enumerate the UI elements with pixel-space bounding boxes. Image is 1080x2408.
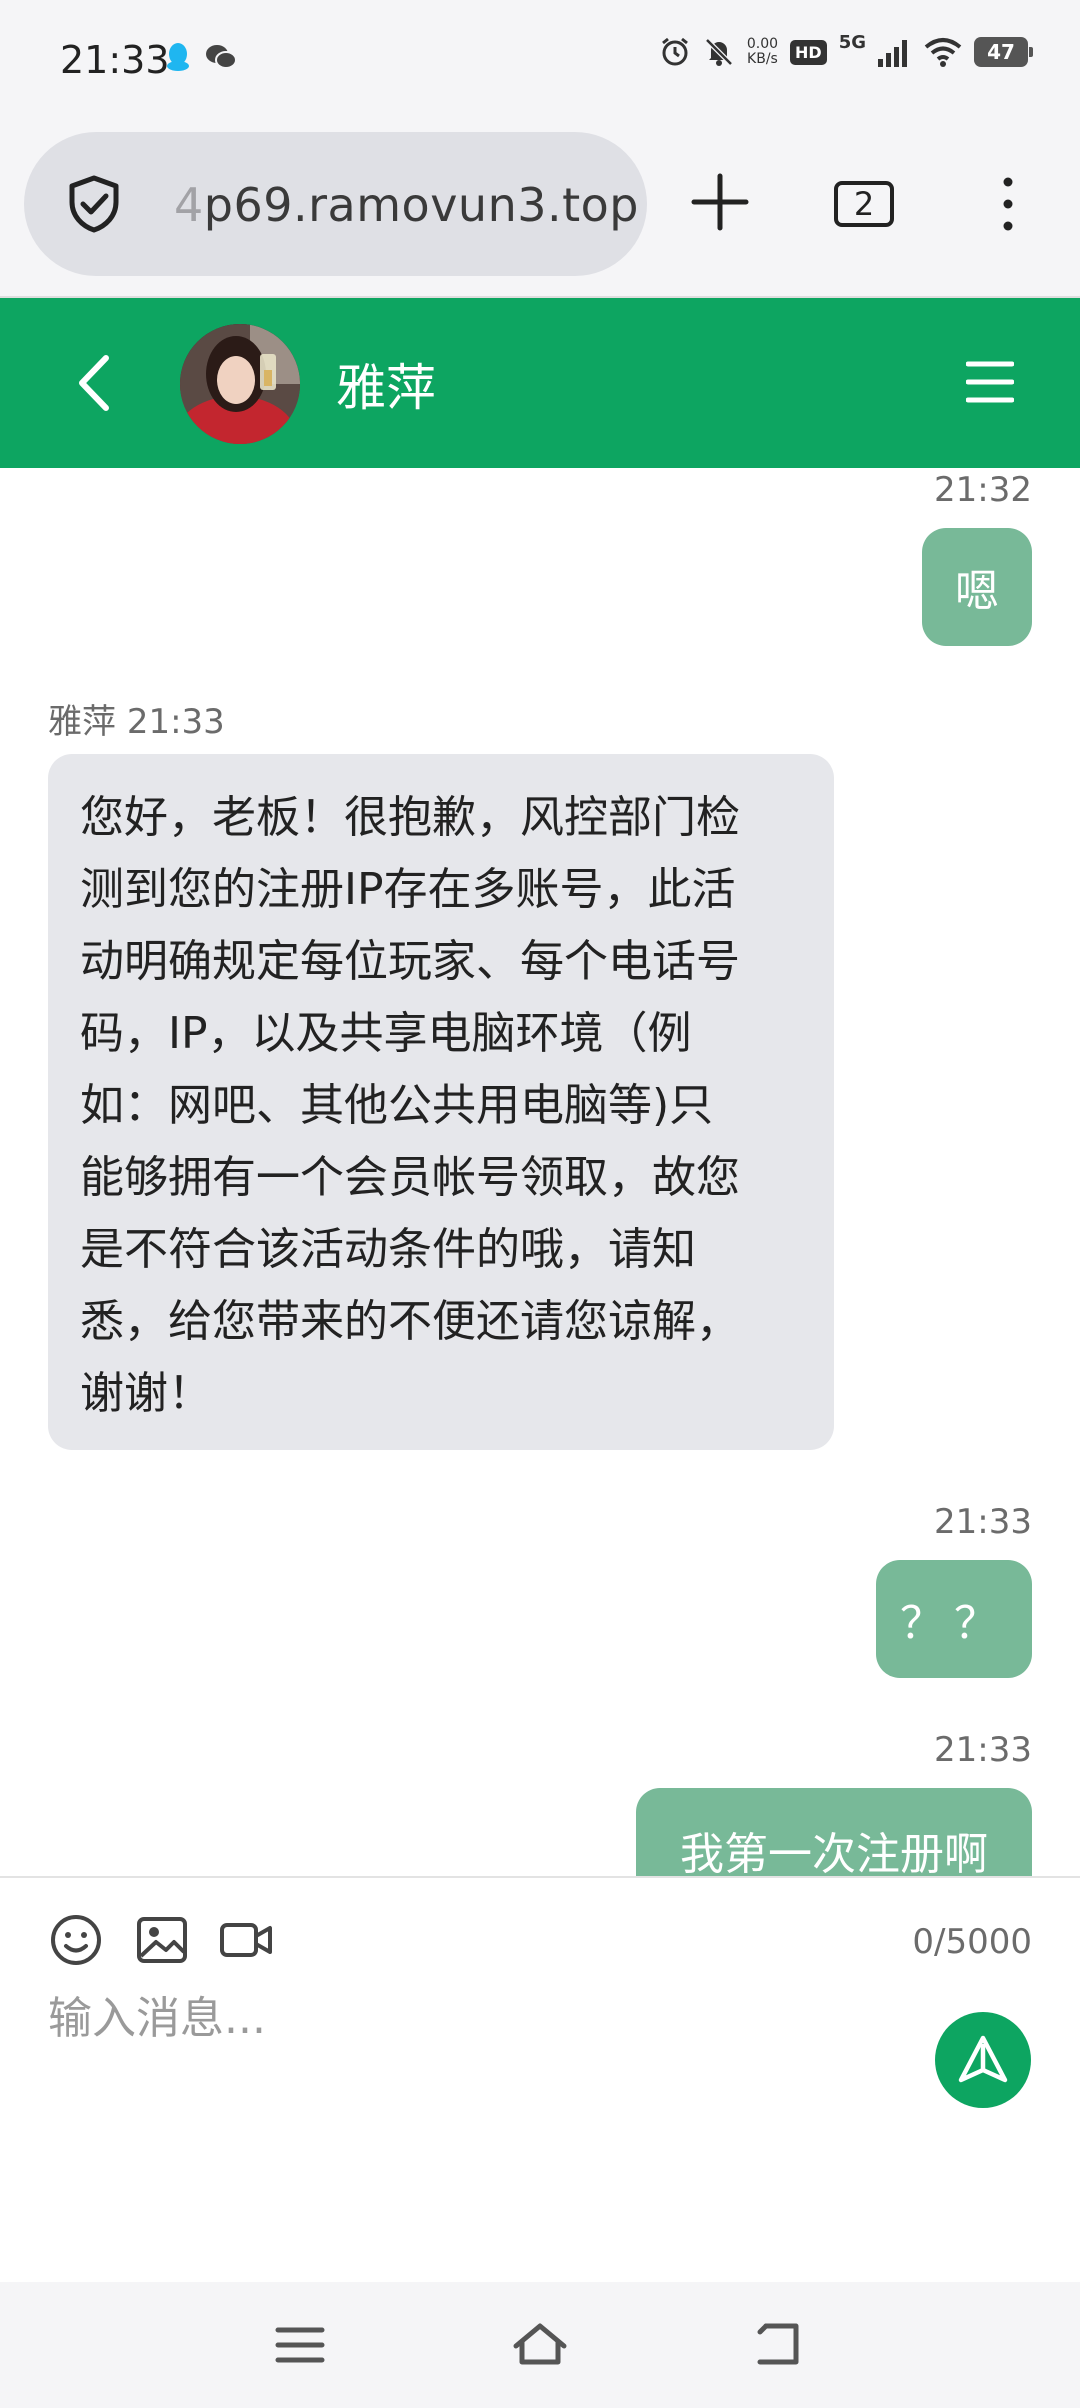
- message-text: ？？: [900, 1598, 1008, 1649]
- plus-icon[interactable]: [690, 172, 750, 232]
- home-icon[interactable]: [510, 2320, 570, 2370]
- net-speed-value: 0.00: [746, 36, 779, 52]
- notification-icons: [165, 42, 237, 72]
- net-speed-unit: KB/s: [747, 51, 778, 67]
- recent-apps-icon[interactable]: [270, 2320, 330, 2370]
- message-line: 能够拥有一个会员帐号领取，故您: [80, 1152, 740, 1203]
- qq-icon: [167, 43, 189, 71]
- message-line: 测到您的注册IP存在多账号，此活: [80, 864, 736, 915]
- message-text: 我第一次注册啊: [680, 1829, 988, 1876]
- video-icon[interactable]: [218, 1912, 274, 1968]
- message-line: 动明确规定每位玩家、每个电话号: [80, 936, 740, 987]
- more-vertical-icon[interactable]: [996, 174, 1020, 234]
- avatar[interactable]: [180, 324, 300, 444]
- wifi-icon: [924, 38, 962, 67]
- message-time: 21:33: [934, 1502, 1032, 1542]
- tabs-icon[interactable]: 2: [834, 181, 894, 227]
- message-line: 码，IP，以及共享电脑环境（例: [80, 1008, 692, 1059]
- message-time: 21:33: [126, 702, 225, 742]
- back-nav-icon[interactable]: [750, 2320, 810, 2370]
- battery-icon: 47: [974, 37, 1033, 67]
- shield-check-icon[interactable]: [64, 174, 124, 234]
- chat-header: 雅萍: [0, 298, 1080, 468]
- message-sender: 雅萍: [48, 702, 116, 742]
- avatar-portrait: [180, 324, 300, 444]
- net-speed: 0.00 KB/s: [747, 37, 778, 67]
- address-bar[interactable]: 4p69.ramovun3.top: [24, 132, 647, 276]
- alarm-icon: [661, 37, 688, 66]
- message-line: 您好，老板！很抱歉，风控部门检: [80, 792, 740, 843]
- back-icon[interactable]: [70, 350, 120, 416]
- incoming-message-bubble[interactable]: 您好，老板！很抱歉，风控部门检 测到您的注册IP存在多账号，此活 动明确规定每位…: [48, 754, 834, 1450]
- url-main-part: p69.ramovun3.top: [203, 178, 639, 232]
- menu-icon[interactable]: [966, 360, 1014, 404]
- message-time: 21:33: [934, 1730, 1032, 1770]
- message-line: 谢谢！: [80, 1368, 212, 1419]
- message-time: 21:32: [934, 470, 1032, 510]
- character-counter: 0/5000: [912, 1922, 1032, 1962]
- message-list[interactable]: 21:32 嗯 雅萍 21:33 您好，老板！很抱歉，风控部门检 测到您的注册I…: [0, 468, 1080, 1876]
- signal-icon: [878, 40, 907, 67]
- message-input[interactable]: [48, 1978, 828, 2058]
- chat-title: 雅萍: [336, 359, 436, 417]
- url-text[interactable]: 4p69.ramovun3.top: [174, 178, 639, 232]
- network-type: 5G: [838, 31, 866, 53]
- image-icon[interactable]: [134, 1912, 190, 1968]
- url-faded-part: 4: [174, 178, 204, 232]
- message-line: 如：网吧、其他公共用电脑等)只: [80, 1080, 714, 1131]
- emoji-icon[interactable]: [48, 1912, 104, 1968]
- outgoing-message-bubble[interactable]: 我第一次注册啊: [636, 1788, 1032, 1876]
- outgoing-message-bubble[interactable]: 嗯: [922, 528, 1032, 646]
- outgoing-message-bubble[interactable]: ？？: [876, 1560, 1032, 1678]
- status-bar: 21:33 0.00 KB/s HD 5G 47: [0, 0, 1080, 126]
- send-button[interactable]: [935, 2012, 1031, 2108]
- system-icons: 0.00 KB/s HD 5G 47: [659, 32, 1033, 68]
- incoming-message-meta: 雅萍 21:33: [48, 694, 225, 743]
- system-nav-bar: [0, 2282, 1080, 2408]
- wechat-icon: [206, 45, 237, 69]
- message-composer: 0/5000: [0, 1876, 1080, 2282]
- status-time: 21:33: [60, 38, 170, 82]
- browser-toolbar: 4p69.ramovun3.top 2: [0, 126, 1080, 298]
- mute-icon: [705, 38, 733, 66]
- hd-badge: HD: [790, 39, 827, 65]
- message-line: 是不符合该活动条件的哦，请知: [80, 1224, 696, 1275]
- message-line: 悉，给您带来的不便还请您谅解，: [80, 1296, 740, 1347]
- message-text: 嗯: [955, 566, 999, 617]
- send-icon: [958, 2035, 1008, 2083]
